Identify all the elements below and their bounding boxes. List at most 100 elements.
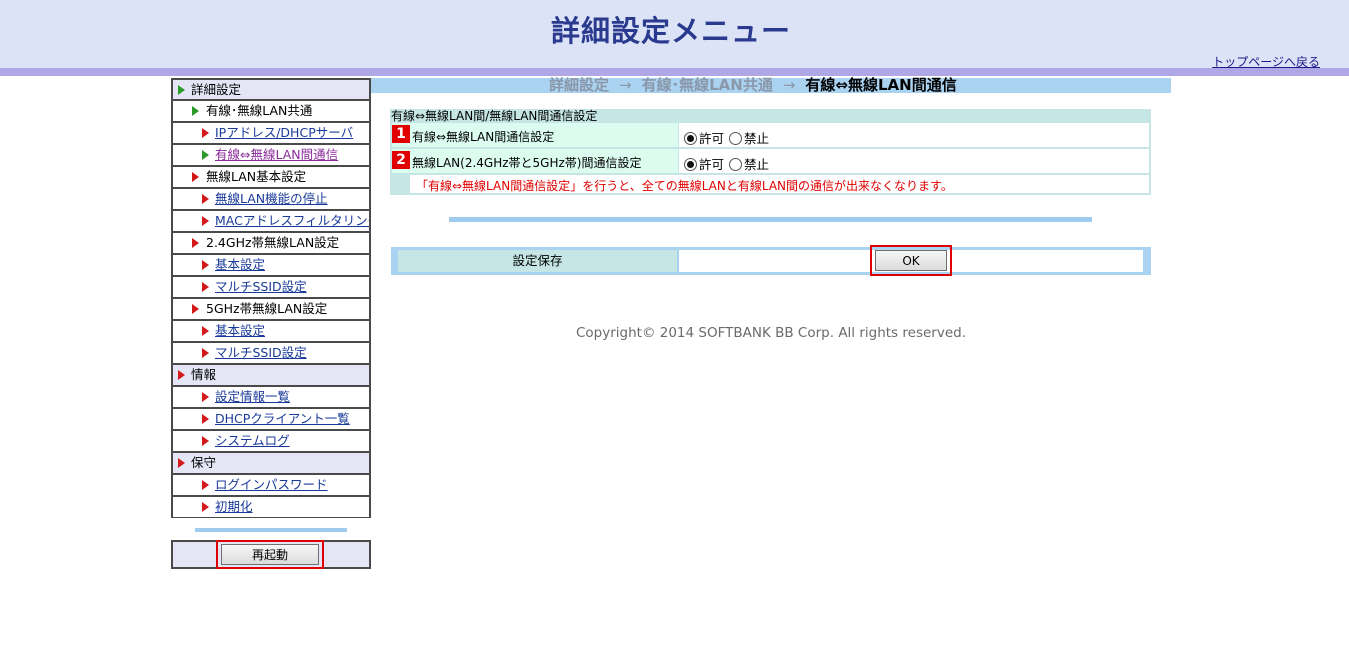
- setting-row-band-to-band: 2 無線LAN(2.4GHz帯と5GHz帯)間通信設定 許可 禁止: [390, 149, 1151, 175]
- red-triangle-icon: [202, 128, 209, 138]
- sidebar-item-label[interactable]: 初期化: [215, 497, 253, 517]
- deny-label[interactable]: 禁止: [744, 157, 769, 172]
- sidebar-item[interactable]: システムログ: [171, 430, 371, 452]
- sidebar-item[interactable]: 有線⇔無線LAN間通信: [171, 144, 371, 166]
- allow-radio[interactable]: [684, 158, 697, 171]
- red-triangle-icon: [202, 436, 209, 446]
- deny-label[interactable]: 禁止: [744, 131, 769, 146]
- sidebar-item-label: 情報: [191, 367, 217, 382]
- sidebar-item[interactable]: MACアドレスフィルタリング: [171, 210, 371, 232]
- green-triangle-icon: [192, 106, 199, 116]
- red-triangle-icon: [202, 326, 209, 336]
- sidebar-item-label[interactable]: マルチSSID設定: [215, 277, 307, 297]
- breadcrumb-item-detail-settings: 詳細設定: [549, 76, 610, 94]
- red-triangle-icon: [202, 282, 209, 292]
- red-triangle-icon: [202, 194, 209, 204]
- page-header: 詳細設定メニュー トップページへ戻る: [0, 0, 1349, 69]
- sidebar-item: 保守: [171, 452, 371, 474]
- setting-label: 有線⇔無線LAN間通信設定: [412, 130, 555, 144]
- red-triangle-icon: [178, 458, 185, 468]
- sidebar-item-label[interactable]: 無線LAN機能の停止: [215, 189, 328, 209]
- warning-row: 「有線⇔無線LAN間通信設定」を行うと、全ての無線LANと有線LAN間の通信が出…: [390, 175, 1151, 195]
- sidebar-item-label[interactable]: システムログ: [215, 431, 290, 451]
- sidebar-item[interactable]: マルチSSID設定: [171, 276, 371, 298]
- settings-heading: 有線⇔無線LAN間/無線LAN間通信設定: [390, 109, 1151, 123]
- sidebar-item: 2.4GHz帯無線LAN設定: [171, 232, 371, 254]
- sidebar-item-label[interactable]: 設定情報一覧: [215, 387, 290, 407]
- sidebar-item-label[interactable]: MACアドレスフィルタリング: [215, 211, 369, 231]
- sidebar-item-label[interactable]: 有線⇔無線LAN間通信: [215, 145, 338, 165]
- green-triangle-icon: [202, 150, 209, 160]
- sidebar-item: 5GHz帯無線LAN設定: [171, 298, 371, 320]
- setting-options: 許可 禁止: [684, 154, 769, 173]
- setting-label: 無線LAN(2.4GHz帯と5GHz帯)間通信設定: [412, 156, 642, 170]
- sidebar-item-label: 2.4GHz帯無線LAN設定: [206, 235, 340, 250]
- page-title: 詳細設定メニュー: [550, 14, 791, 48]
- sidebar-item-label: 有線･無線LAN共通: [206, 103, 313, 118]
- allow-label[interactable]: 許可: [699, 131, 724, 146]
- setting-label-cell: 1 有線⇔無線LAN間通信設定: [392, 123, 679, 147]
- allow-radio[interactable]: [684, 132, 697, 145]
- green-triangle-icon: [178, 85, 185, 95]
- content-divider: [449, 217, 1092, 222]
- sidebar-divider: [195, 528, 347, 532]
- sidebar-item[interactable]: マルチSSID設定: [171, 342, 371, 364]
- header-divider: [0, 68, 1349, 76]
- breadcrumb-arrow-icon: →: [619, 76, 632, 94]
- sidebar-item-label[interactable]: ログインパスワード: [215, 475, 328, 495]
- setting-options: 許可 禁止: [684, 128, 769, 147]
- sidebar-item-label: 無線LAN基本設定: [206, 169, 307, 184]
- sidebar-item[interactable]: ログインパスワード: [171, 474, 371, 496]
- setting-row-wired-wireless: 1 有線⇔無線LAN間通信設定 許可 禁止: [390, 123, 1151, 149]
- breadcrumb-item-wired-wireless-common: 有線･無線LAN共通: [641, 76, 773, 94]
- reboot-button[interactable]: 再起動: [221, 544, 319, 565]
- breadcrumb: 詳細設定 → 有線･無線LAN共通 → 有線⇔無線LAN間通信: [371, 78, 1171, 93]
- ok-button[interactable]: OK: [875, 250, 947, 271]
- reboot-row: 再起動: [171, 540, 371, 569]
- sidebar-nav: 詳細設定 有線･無線LAN共通 IPアドレス/DHCPサーバ 有線⇔無線LAN間通信無…: [171, 78, 371, 569]
- red-triangle-icon: [202, 480, 209, 490]
- allow-label[interactable]: 許可: [699, 157, 724, 172]
- sidebar-item-label[interactable]: マルチSSID設定: [215, 343, 307, 363]
- warning-text: 「有線⇔無線LAN間通信設定」を行うと、全ての無線LANと有線LAN間の通信が出…: [416, 179, 953, 193]
- sidebar-item-label[interactable]: DHCPクライアント一覧: [215, 409, 350, 429]
- step-number-badge: 1: [392, 125, 410, 143]
- sidebar-menu: 詳細設定 有線･無線LAN共通 IPアドレス/DHCPサーバ 有線⇔無線LAN間通信無…: [171, 78, 371, 518]
- sidebar-item[interactable]: 無線LAN機能の停止: [171, 188, 371, 210]
- sidebar-item: 無線LAN基本設定: [171, 166, 371, 188]
- sidebar-item[interactable]: 基本設定: [171, 320, 371, 342]
- sidebar-item-label[interactable]: IPアドレス/DHCPサーバ: [215, 123, 353, 143]
- red-triangle-icon: [178, 370, 185, 380]
- deny-radio[interactable]: [729, 158, 743, 171]
- reboot-highlight-box: 再起動: [216, 540, 324, 569]
- red-triangle-icon: [192, 172, 199, 182]
- sidebar-item-label: 保守: [191, 455, 217, 470]
- red-triangle-icon: [202, 392, 209, 402]
- ok-highlight-box: OK: [870, 245, 952, 276]
- red-triangle-icon: [202, 216, 209, 226]
- sidebar-item-label[interactable]: 基本設定: [215, 255, 265, 275]
- save-settings-row: 設定保存 OK: [391, 245, 1151, 276]
- red-triangle-icon: [202, 348, 209, 358]
- sidebar-item[interactable]: 設定情報一覧: [171, 386, 371, 408]
- sidebar-item-label[interactable]: 基本設定: [215, 321, 265, 341]
- sidebar-item-label: 5GHz帯無線LAN設定: [206, 301, 328, 316]
- sidebar-item: 有線･無線LAN共通: [171, 100, 371, 122]
- sidebar-item: 詳細設定: [171, 78, 371, 100]
- sidebar-item: 情報: [171, 364, 371, 386]
- sidebar-item[interactable]: DHCPクライアント一覧: [171, 408, 371, 430]
- sidebar-item[interactable]: IPアドレス/DHCPサーバ: [171, 122, 371, 144]
- setting-label-cell: 2 無線LAN(2.4GHz帯と5GHz帯)間通信設定: [392, 149, 679, 173]
- red-triangle-icon: [192, 304, 199, 314]
- settings-table: 有線⇔無線LAN間/無線LAN間通信設定 1 有線⇔無線LAN間通信設定 許可禁…: [390, 109, 1151, 195]
- sidebar-item[interactable]: 基本設定: [171, 254, 371, 276]
- red-triangle-icon: [192, 238, 199, 248]
- breadcrumb-arrow-icon: →: [782, 76, 796, 94]
- red-triangle-icon: [202, 260, 209, 270]
- save-settings-label: 設定保存: [398, 250, 677, 272]
- step-number-badge: 2: [392, 151, 410, 169]
- sidebar-item[interactable]: 初期化: [171, 496, 371, 518]
- deny-radio[interactable]: [729, 132, 743, 145]
- breadcrumb-current: 有線⇔無線LAN間通信: [805, 76, 957, 94]
- sidebar-item-label: 詳細設定: [191, 82, 242, 97]
